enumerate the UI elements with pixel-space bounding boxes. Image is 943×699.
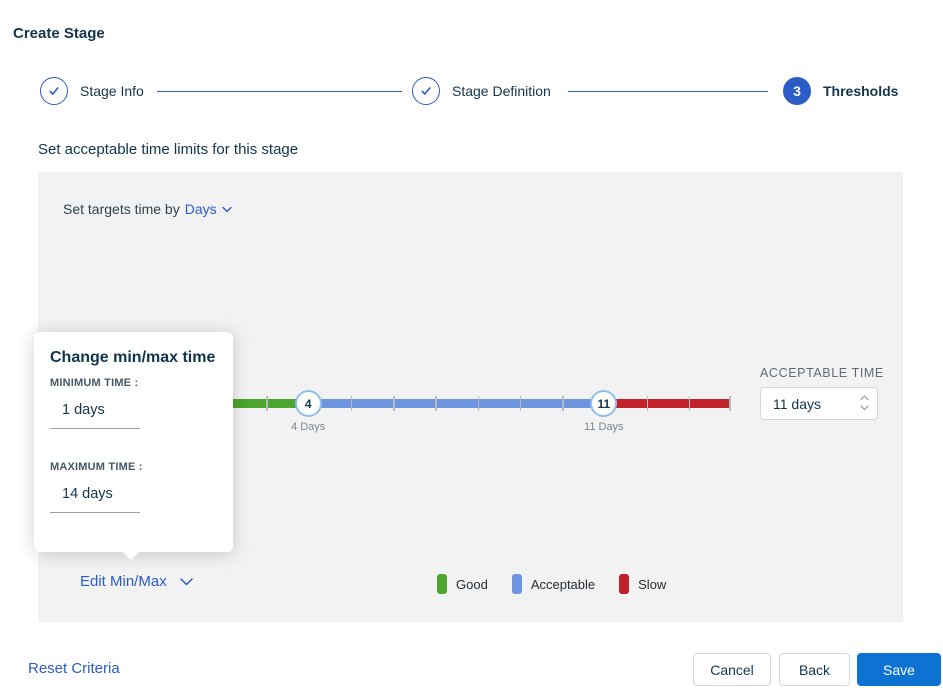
chevron-down-icon	[179, 577, 193, 585]
slider-handle[interactable]: 4 4 Days	[291, 390, 325, 433]
cancel-button[interactable]: Cancel	[693, 653, 771, 686]
slider-tick	[477, 396, 480, 411]
reset-criteria-link[interactable]: Reset Criteria	[28, 660, 120, 677]
slider-handle[interactable]: 11 11 Days	[584, 390, 624, 433]
check-circle-icon	[412, 77, 440, 105]
legend-label: Slow	[638, 576, 667, 592]
maximum-time-label: MAXIMUM TIME :	[50, 461, 143, 473]
slider-handle-label: 11 Days	[584, 421, 624, 433]
slider-tick	[393, 396, 395, 411]
check-circle-icon	[40, 77, 68, 105]
change-minmax-popover: Change min/max time MINIMUM TIME : MAXIM…	[34, 332, 233, 552]
legend-item-slow: Slow	[619, 574, 666, 594]
acceptable-time-label: ACCEPTABLE TIME	[760, 366, 884, 380]
minimum-time-input[interactable]	[50, 402, 140, 429]
slider-tick	[350, 396, 353, 411]
time-unit-value: Days	[184, 201, 217, 217]
stepper-connector	[568, 91, 768, 92]
slider-tick	[435, 396, 437, 411]
stepper-step-stage-definition[interactable]: Stage Definition	[412, 77, 551, 105]
minimum-time-label: MINIMUM TIME :	[50, 377, 139, 389]
stepper-connector	[157, 91, 402, 92]
section-subtitle: Set acceptable time limits for this stag…	[38, 141, 299, 158]
slider-tick	[688, 396, 691, 411]
stepper-step-thresholds[interactable]: 3 Thresholds	[783, 77, 898, 105]
maximum-time-input[interactable]	[50, 486, 140, 513]
legend-item-good: Good	[437, 574, 488, 594]
acceptable-time-stepper	[760, 387, 878, 420]
set-targets-row: Set targets time by Days	[63, 201, 232, 217]
legend-swatch-good	[437, 574, 447, 594]
edit-minmax-link[interactable]: Edit Min/Max	[80, 573, 193, 590]
back-button[interactable]: Back	[779, 653, 850, 686]
slider-segment-slow	[604, 399, 731, 408]
slider-handle-value: 4	[304, 396, 312, 411]
page-title: Create Stage	[13, 25, 105, 42]
chevron-down-icon	[221, 206, 232, 212]
stepper-label: Thresholds	[823, 83, 899, 99]
step-number-badge: 3	[783, 77, 811, 105]
slider-tick	[646, 396, 649, 411]
popover-title: Change min/max time	[50, 349, 216, 366]
stepper-up-icon[interactable]	[858, 394, 870, 402]
threshold-slider: 4 4 Days 11 11 Days	[182, 390, 731, 433]
legend-swatch-acceptable	[511, 574, 522, 594]
save-button[interactable]: Save	[857, 653, 941, 686]
set-targets-label: Set targets time by	[63, 201, 180, 217]
legend-label: Good	[456, 576, 488, 592]
edit-minmax-label: Edit Min/Max	[80, 573, 167, 590]
popover-caret	[122, 551, 140, 560]
stepper-label: Stage Info	[80, 83, 144, 99]
legend-item-acceptable: Acceptable	[511, 574, 596, 594]
slider-handle-label: 4 Days	[291, 421, 326, 433]
slider-tick	[266, 396, 268, 411]
slider-legend: Good Acceptable Slow	[437, 574, 666, 594]
slider-segment-acceptable	[308, 399, 605, 408]
slider-handle-value: 11	[597, 396, 611, 411]
stepper-down-icon[interactable]	[858, 404, 870, 412]
stepper-label: Stage Definition	[452, 83, 551, 99]
slider-tick	[519, 396, 522, 411]
stepper-step-stage-info[interactable]: Stage Info	[40, 77, 144, 105]
legend-swatch-slow	[619, 574, 630, 594]
legend-label: Acceptable	[530, 576, 596, 592]
time-unit-dropdown[interactable]: Days	[185, 201, 232, 217]
slider-tick	[562, 396, 564, 411]
slider-tick	[729, 396, 731, 411]
